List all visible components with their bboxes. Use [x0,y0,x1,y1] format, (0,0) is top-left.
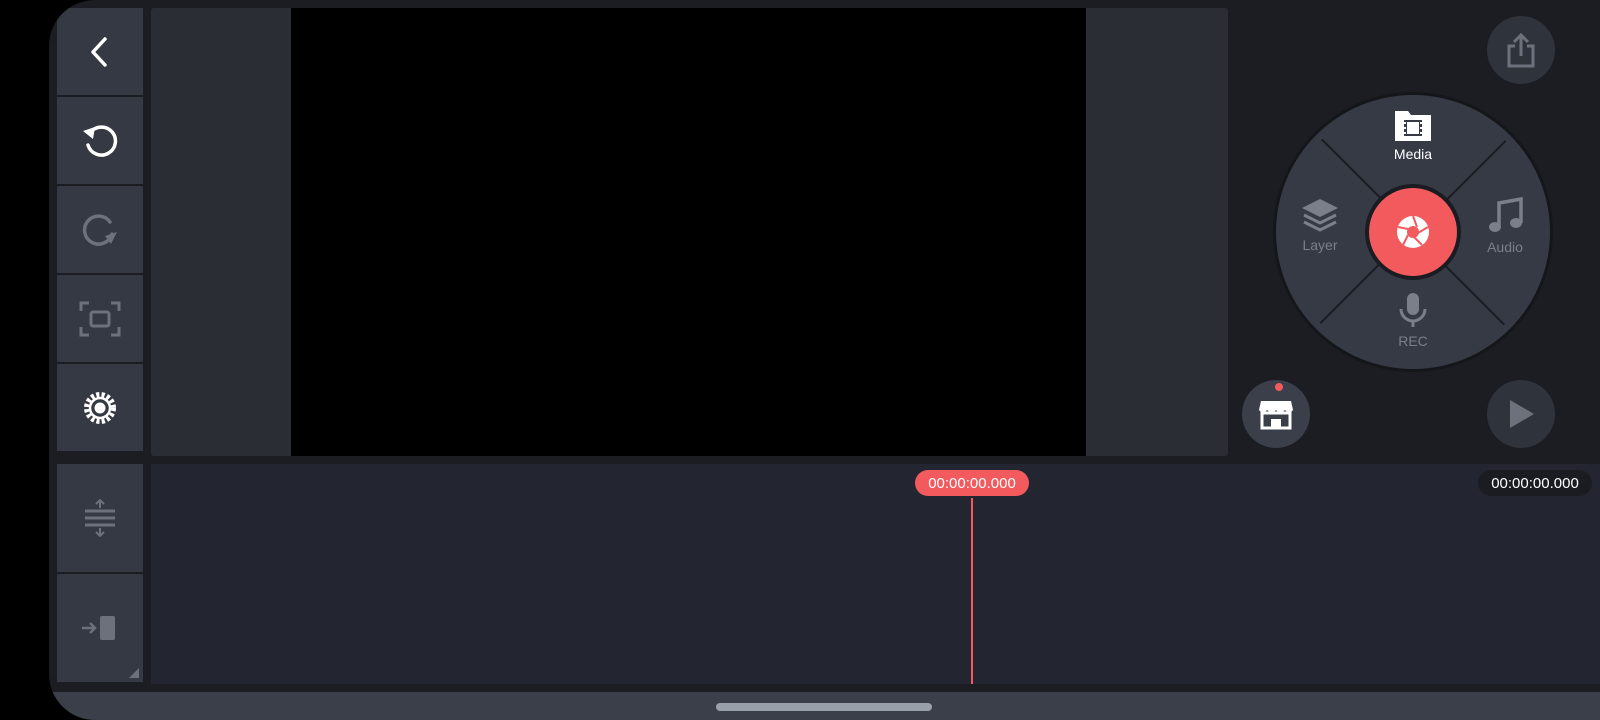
home-indicator[interactable] [716,703,932,711]
notification-dot [1275,383,1283,391]
media-folder-icon [1395,111,1431,141]
store-icon [1259,401,1293,430]
audio-button[interactable]: Audio [1475,197,1535,255]
expand-tracks-button[interactable] [57,464,143,572]
gear-icon [84,391,116,424]
redo-icon [82,213,117,246]
chevron-left-icon [91,36,107,67]
rec-label: REC [1398,333,1428,349]
media-button[interactable]: Media [1383,108,1443,162]
fullscreen-icon [79,301,121,336]
media-label: Media [1393,146,1433,162]
preview-area [151,8,1228,456]
play-icon [1510,400,1534,428]
microphone-icon [1399,293,1427,327]
audio-label: Audio [1487,239,1523,255]
music-note-icon [1489,197,1523,232]
app-window: Media Layer Audio REC 00:00:00.000 00:00… [49,0,1600,720]
total-duration: 00:00:00.000 [1478,470,1592,496]
capture-button[interactable] [1369,188,1457,276]
play-button[interactable] [1487,380,1555,448]
layer-button[interactable]: Layer [1290,197,1350,253]
jump-to-end-icon [82,616,115,640]
playhead-time: 00:00:00.000 [915,470,1029,496]
undo-icon [83,124,118,157]
media-wheel: Media Layer Audio REC [1276,95,1550,369]
camera-shutter-icon [1397,215,1429,248]
layers-icon [1302,199,1338,232]
share-icon [1507,32,1535,68]
settings-button[interactable] [57,364,143,451]
layer-label: Layer [1302,237,1338,253]
expand-tracks-icon [85,499,115,537]
system-nav-bar [49,692,1600,720]
redo-button[interactable] [57,186,143,273]
fullscreen-button[interactable] [57,275,143,362]
back-button[interactable] [57,8,143,95]
video-preview[interactable] [291,8,1086,456]
timeline[interactable]: 00:00:00.000 00:00:00.000 [151,464,1600,684]
playhead[interactable] [971,498,973,684]
rec-button[interactable]: REC [1383,291,1443,349]
share-button[interactable] [1487,16,1555,84]
undo-button[interactable] [57,97,143,184]
resize-corner-icon [129,668,139,678]
jump-to-end-button[interactable] [57,574,143,682]
